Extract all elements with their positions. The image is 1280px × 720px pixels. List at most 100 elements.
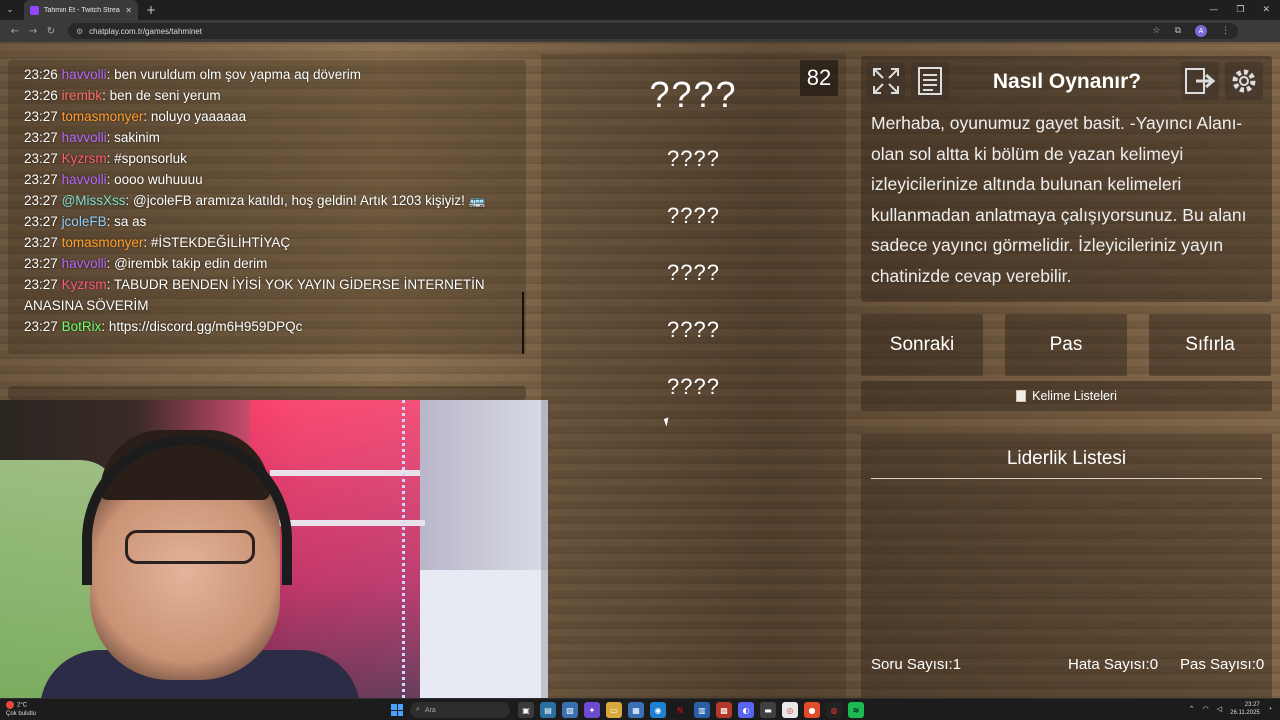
chat-timestamp: 23:27	[24, 130, 58, 145]
tab-search-icon[interactable]: ⌄	[0, 0, 20, 20]
chat-username[interactable]: irembk	[62, 88, 103, 103]
browser-menu-icon[interactable]: ⋮	[1221, 26, 1230, 36]
app-icon[interactable]: ▥	[694, 702, 710, 718]
chat-timestamp: 23:27	[24, 109, 58, 124]
chat-message: 23:27 BotRix: https://discord.gg/m6H959D…	[24, 316, 526, 337]
start-windows-icon[interactable]	[391, 704, 403, 716]
search-icon: ⌕	[416, 706, 420, 713]
chat-username[interactable]: Kyzrsm	[62, 151, 107, 166]
tab-close-icon[interactable]: ✕	[125, 6, 132, 15]
notification-bell-icon[interactable]: ◔	[1268, 706, 1272, 713]
netflix-icon[interactable]: N	[672, 702, 688, 718]
forbidden-word: ????	[667, 146, 720, 171]
chat-overlay-bottom	[8, 386, 526, 400]
chat-username[interactable]: tomasmonyer	[62, 109, 144, 124]
chat-username[interactable]: Kyzrsm	[62, 277, 107, 292]
clock[interactable]: 23:27 26.11.2025	[1230, 701, 1260, 717]
chat-message: 23:26 havvolli: ben vuruldum olm şov yap…	[24, 64, 526, 85]
exit-icon[interactable]	[1181, 62, 1219, 100]
forbidden-word: ????	[667, 260, 720, 285]
chat-username[interactable]: @MissXss	[62, 193, 126, 208]
chat-username[interactable]: havvolli	[62, 67, 107, 82]
chat-text: : https://discord.gg/m6H959DPQc	[101, 319, 303, 334]
reset-button[interactable]: Sıfırla	[1149, 314, 1271, 376]
chat-message: 23:27 havvolli: @irembk takip edin derim	[24, 253, 526, 274]
spotify-icon[interactable]: ≋	[848, 702, 864, 718]
chat-message: 23:27 tomasmonyer: noluyo yaaaaaa	[24, 106, 526, 127]
terminal-icon[interactable]: ▬	[760, 702, 776, 718]
browser-tab-active[interactable]: Tahmin Et - Twitch Stream Game ✕	[24, 0, 138, 20]
chat-username[interactable]: havvolli	[62, 172, 107, 187]
taskbar-apps: ▣ ▤ ▨ ✦ ▭ ▦ ◉ N ▥ ▩ ◐ ▬ ◎ ● ◍ ≋	[518, 702, 864, 718]
reload-icon[interactable]: ↻	[42, 26, 60, 37]
twitch-favicon-icon	[30, 5, 39, 15]
chat-overlay: 23:26 havvolli: ben vuruldum olm şov yap…	[8, 60, 526, 354]
fullscreen-icon[interactable]	[867, 62, 905, 100]
task-view-icon[interactable]: ▣	[518, 702, 534, 718]
word-lists-button[interactable]: Kelime Listeleri	[861, 381, 1272, 411]
photos-icon[interactable]: ▨	[562, 702, 578, 718]
how-to-play-panel: Nasıl Oynanır? Merhaba, oyunumuz gayet b…	[861, 56, 1272, 302]
app-icon[interactable]: ▩	[716, 702, 732, 718]
app-icon[interactable]: ▤	[540, 702, 556, 718]
new-tab-icon[interactable]: +	[146, 3, 156, 17]
word-column: 82 ???? ???? ???? ???? ???? ????	[541, 54, 846, 698]
how-to-play-title: Nasıl Oynanır?	[992, 70, 1142, 93]
chat-timestamp: 23:27	[24, 235, 58, 250]
chat-message: 23:27 havvolli: oooo wuhuuuu	[24, 169, 526, 190]
chat-text: : noluyo yaaaaaa	[143, 109, 247, 124]
wifi-icon[interactable]: ◠	[1203, 705, 1209, 713]
restore-icon[interactable]: ❐	[1236, 5, 1244, 15]
pass-button[interactable]: Pas	[1005, 314, 1127, 376]
file-explorer-icon[interactable]: ▭	[606, 702, 622, 718]
profile-avatar[interactable]: A	[1195, 25, 1207, 37]
chat-username[interactable]: havvolli	[62, 256, 107, 271]
tray-chevron-icon[interactable]: ⌃	[1189, 705, 1195, 713]
chat-text: : sa as	[106, 214, 147, 229]
chat-timestamp: 23:26	[24, 88, 58, 103]
how-to-play-text: Merhaba, oyunumuz gayet basit. -Yayıncı …	[871, 113, 1247, 286]
close-window-icon[interactable]: ✕	[1262, 5, 1270, 15]
next-button[interactable]: Sonraki	[861, 314, 983, 376]
extensions-icon[interactable]: ⧉	[1175, 26, 1181, 36]
minimize-icon[interactable]: —	[1209, 5, 1218, 15]
chat-text: : sakinim	[106, 130, 160, 145]
taskbar-search-placeholder: Ara	[424, 706, 436, 714]
app-icon[interactable]: ●	[804, 702, 820, 718]
edge-icon[interactable]: ◉	[650, 702, 666, 718]
store-icon[interactable]: ▦	[628, 702, 644, 718]
chat-timestamp: 23:27	[24, 193, 58, 208]
address-bar[interactable]: ⚙ chatplay.com.tr/games/tahminet ☆ ⧉ A ⋮	[68, 23, 1238, 39]
webcam-feed	[0, 400, 548, 698]
chat-text: : oooo wuhuuuu	[106, 172, 203, 187]
chat-username[interactable]: jcoleFB	[62, 214, 107, 229]
forward-icon[interactable]: →	[24, 26, 42, 37]
back-icon[interactable]: ←	[6, 26, 24, 37]
bookmark-star-icon[interactable]: ☆	[1152, 26, 1160, 36]
chat-timestamp: 23:27	[24, 172, 58, 187]
clipboard-icon	[1016, 390, 1027, 402]
leaderboard-title: Liderlik Listesi	[1006, 448, 1127, 469]
browser-tab-bar: ⌄ Tahmin Et - Twitch Stream Game ✕ + — ❐…	[0, 0, 1280, 20]
copilot-icon[interactable]: ✦	[584, 702, 600, 718]
chat-username[interactable]: BotRix	[62, 319, 102, 334]
forbidden-word: ????	[667, 203, 720, 228]
chat-text: : @irembk takip edin derim	[106, 256, 268, 271]
taskbar-search[interactable]: ⌕ Ara	[410, 702, 510, 718]
settings-gear-icon[interactable]	[1225, 62, 1263, 100]
document-icon[interactable]	[911, 62, 949, 100]
obs-icon[interactable]: ◍	[826, 702, 842, 718]
webcam-bed	[420, 570, 548, 698]
chat-scrollbar[interactable]	[522, 292, 524, 354]
chat-username[interactable]: tomasmonyer	[62, 235, 144, 250]
discord-icon[interactable]: ◐	[738, 702, 754, 718]
site-info-icon[interactable]: ⚙	[76, 27, 83, 36]
chat-message: 23:27 @MissXss: @jcoleFB aramıza katıldı…	[24, 190, 526, 211]
weather-widget[interactable]: 2°C Çok bulutlu	[6, 701, 36, 718]
chat-username[interactable]: havvolli	[62, 130, 107, 145]
url-text[interactable]: chatplay.com.tr/games/tahminet	[89, 27, 202, 36]
chat-text: : #sponsorluk	[106, 151, 187, 166]
chrome-icon[interactable]: ◎	[782, 702, 798, 718]
volume-icon[interactable]: ◁	[1217, 705, 1222, 713]
chat-text: : #İSTEKDEĞİLİHTİYAÇ	[143, 235, 291, 250]
